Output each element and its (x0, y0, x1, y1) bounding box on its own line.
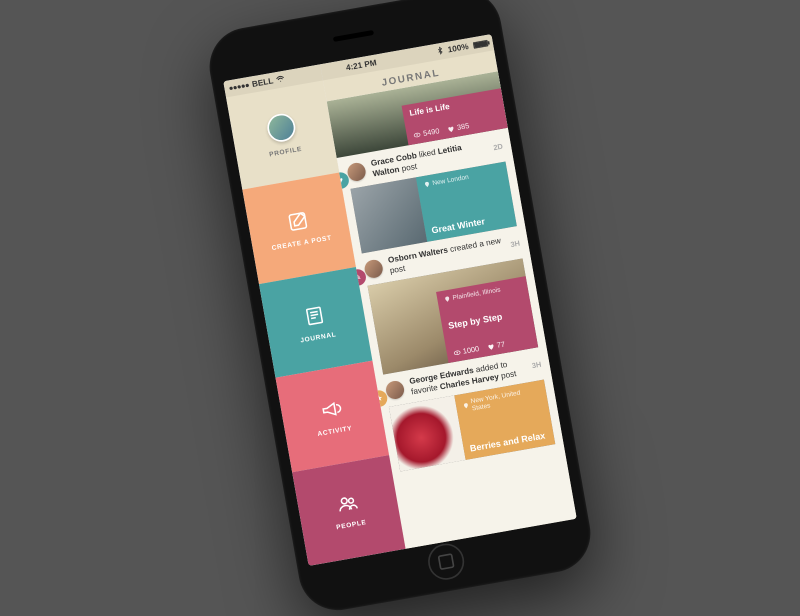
bluetooth-icon (437, 46, 444, 57)
avatar[interactable] (363, 258, 384, 279)
journal-icon (301, 302, 328, 329)
menu-label: Journal (300, 330, 337, 344)
location-label: New London (423, 167, 501, 188)
people-icon (334, 490, 361, 517)
menu-item-create-post[interactable]: Create a Post (242, 173, 355, 284)
battery-label: 100% (447, 42, 469, 55)
menu-item-activity[interactable]: Activity (276, 361, 389, 472)
views-stat: 1000 (452, 344, 479, 357)
menu-label: Profile (269, 145, 303, 158)
carrier-label: BELL (251, 76, 274, 89)
wifi-icon (276, 74, 286, 84)
menu-item-journal[interactable]: Journal (259, 267, 372, 378)
home-button[interactable] (425, 541, 467, 583)
hero-title: Life is Life (409, 94, 497, 118)
menu-item-people[interactable]: People (292, 455, 405, 566)
menu-label: Create a Post (271, 234, 332, 252)
post-title: Step by Step (448, 308, 527, 331)
avatar[interactable] (385, 380, 406, 401)
phone-frame: BELL 4:21 PM 100% Profile (203, 0, 596, 616)
menu-label: Activity (317, 424, 353, 437)
menu-label: People (336, 519, 367, 532)
location-label: New York, United States (461, 386, 541, 414)
post-image (350, 177, 426, 253)
timestamp: 2D (493, 142, 504, 152)
post-image (389, 395, 465, 471)
clock-label: 4:21 PM (345, 58, 377, 72)
avatar[interactable] (346, 161, 367, 182)
megaphone-icon (318, 396, 345, 423)
timestamp: 3H (510, 239, 521, 249)
signal-dots-icon (229, 84, 249, 91)
app-root: Profile Create a Post Journal (223, 34, 577, 566)
compose-icon (285, 208, 312, 235)
timestamp: 3H (531, 360, 542, 370)
avatar (265, 111, 297, 143)
battery-icon (473, 40, 489, 49)
likes-stat: 77 (486, 340, 505, 351)
screen: BELL 4:21 PM 100% Profile (223, 34, 577, 566)
post-title: Berries and Relax (469, 431, 548, 454)
post-panel: New York, United States Berries and Relax (454, 380, 555, 460)
